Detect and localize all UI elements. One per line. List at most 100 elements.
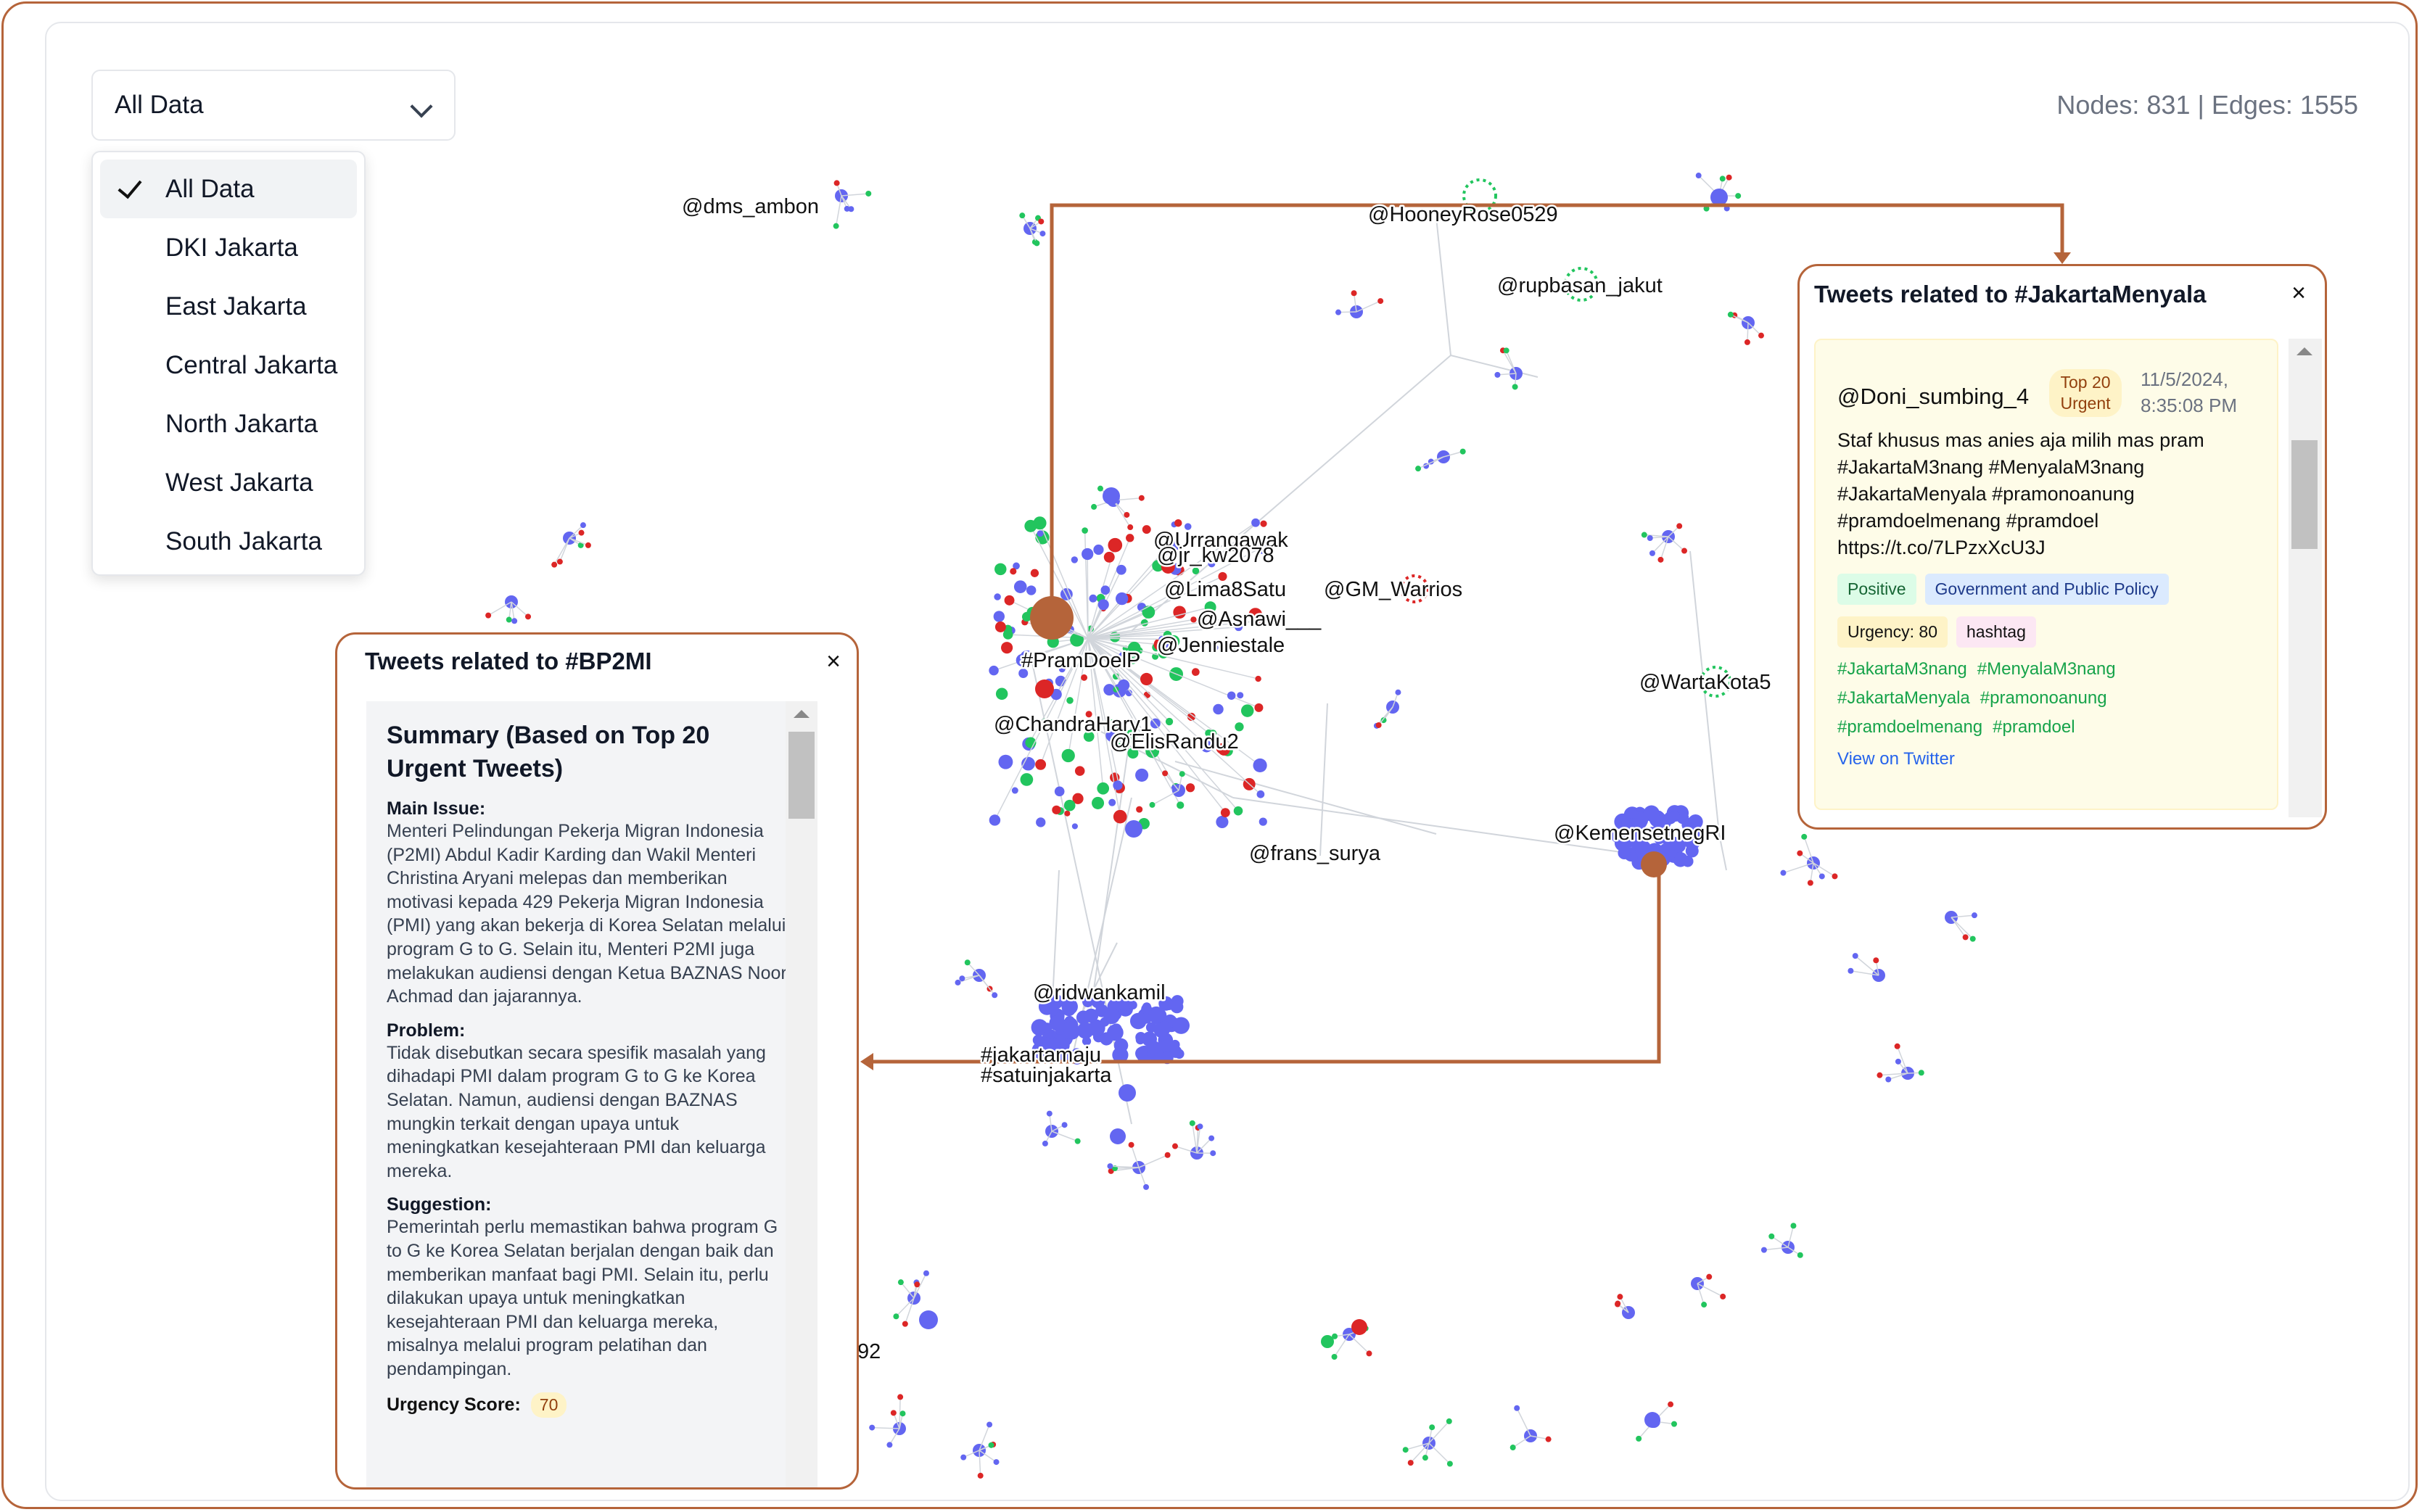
graph-node xyxy=(1116,564,1126,575)
node-label: @ridwankamil xyxy=(1033,981,1166,1004)
graph-node xyxy=(955,979,961,986)
graph-edge xyxy=(1813,862,1835,877)
scrollbar-thumb[interactable] xyxy=(2291,440,2318,549)
graph-node xyxy=(1093,544,1104,555)
graph-node xyxy=(886,1442,893,1448)
urgency-score-badge: 70 xyxy=(530,1392,567,1418)
hashtag-link[interactable]: #pramdoelmenang xyxy=(1837,717,1982,738)
graph-node xyxy=(1512,384,1518,390)
graph-node xyxy=(1140,672,1153,686)
graph-node xyxy=(1895,1058,1901,1065)
dropdown-option-all-data[interactable]: All Data xyxy=(100,160,357,218)
connector-arrowhead xyxy=(2054,252,2071,264)
dropdown-option-east-jakarta[interactable]: East Jakarta xyxy=(100,277,357,336)
graph-node xyxy=(1395,689,1401,695)
category-chip: Government and Public Policy xyxy=(1924,574,2169,605)
graph-edge xyxy=(487,601,512,616)
connector-line-bp2mi xyxy=(870,864,1661,1064)
graph-node xyxy=(1171,1143,1178,1149)
graph-node xyxy=(1126,534,1134,542)
graph-node xyxy=(1142,606,1156,619)
graph-node xyxy=(1103,551,1115,563)
graph-node xyxy=(1119,1084,1136,1102)
graph-node xyxy=(1681,856,1694,867)
graph-node xyxy=(1143,691,1151,698)
summary-scrollbar[interactable] xyxy=(786,701,817,1487)
graph-node xyxy=(1108,798,1116,806)
graph-node xyxy=(1255,675,1261,682)
graph-node xyxy=(1174,519,1182,527)
dropdown-option-west-jakarta[interactable]: West Jakarta xyxy=(100,453,357,512)
region-filter-select[interactable]: All Data xyxy=(91,70,456,141)
highlighted-node-bp2mi xyxy=(1641,851,1667,877)
graph-node xyxy=(1260,520,1267,527)
graph-node xyxy=(1165,717,1174,726)
graph-edge xyxy=(1436,217,1451,356)
graph-node xyxy=(1801,833,1808,840)
graph-node xyxy=(1172,1017,1190,1034)
graph-node xyxy=(1962,934,1969,941)
tweet-scrollbar[interactable] xyxy=(2289,339,2322,817)
close-icon[interactable]: × xyxy=(826,648,841,676)
region-filter-value: All Data xyxy=(115,91,204,119)
graph-node xyxy=(897,1394,904,1400)
graph-node xyxy=(1877,1072,1883,1078)
tweet-username[interactable]: @Doni_sumbing_4 xyxy=(1837,384,2029,410)
dropdown-option-central-jakarta[interactable]: Central Jakarta xyxy=(100,336,357,394)
graph-node xyxy=(1335,309,1341,315)
scroll-up-icon[interactable] xyxy=(794,710,810,718)
graph-node xyxy=(1103,487,1120,505)
hashtag-link[interactable]: #MenyalaM3nang xyxy=(1977,659,2116,679)
scroll-up-icon[interactable] xyxy=(2297,347,2312,355)
main-issue-label: Main Issue: xyxy=(387,798,486,819)
graph-edge xyxy=(1138,1154,1168,1168)
urgency-chip: Urgency: 80 xyxy=(1837,616,1948,648)
node-label: @HooneyRose0529 xyxy=(1368,203,1558,226)
tweet-tags: Positive Government and Public Policy Urg… xyxy=(1837,574,2273,769)
graph-node xyxy=(1026,585,1037,595)
dropdown-option-north-jakarta[interactable]: North Jakarta xyxy=(100,394,357,453)
graph-node xyxy=(919,1310,938,1329)
hashtag-link[interactable]: #pramonoanung xyxy=(1980,688,2107,709)
hashtag-link[interactable]: #JakartaM3nang xyxy=(1837,659,1967,679)
graph-node xyxy=(1503,347,1509,354)
graph-node xyxy=(1735,193,1742,199)
graph-node xyxy=(511,618,518,624)
graph-node xyxy=(1046,1110,1053,1117)
dropdown-option-dki-jakarta[interactable]: DKI Jakarta xyxy=(100,218,357,277)
tweet-card: @Doni_sumbing_4 Top 20 Urgent 11/5/2024,… xyxy=(1814,339,2278,810)
graph-node xyxy=(1351,290,1357,297)
graph-node xyxy=(1251,518,1260,527)
graph-node xyxy=(1071,823,1078,830)
node-label: @GM_Warrios xyxy=(1324,578,1462,601)
graph-node xyxy=(1227,691,1236,700)
node-label: @ElisRandu2 xyxy=(1110,730,1239,753)
graph-node xyxy=(1873,957,1879,964)
graph-node xyxy=(1103,1007,1120,1025)
close-icon[interactable]: × xyxy=(2291,279,2306,307)
graph-node xyxy=(994,593,1001,600)
graph-node xyxy=(964,959,971,966)
hashtag-link[interactable]: #JakartaMenyala xyxy=(1837,688,1970,709)
scrollbar-thumb[interactable] xyxy=(788,732,815,819)
node-label: @WartaKota5 xyxy=(1639,671,1771,694)
graph-node xyxy=(1415,466,1422,472)
urgency-label: Urgency Score: xyxy=(387,1395,521,1416)
graph-node xyxy=(1107,1024,1124,1041)
problem-text: Tidak disebutkan secara spesifik masalah… xyxy=(387,1042,766,1181)
graph-node xyxy=(1100,585,1111,595)
tweet-text: Staf khusus mas anies aja milih mas pram… xyxy=(1837,429,2204,558)
summary-title: Summary (Based on Top 20 Urgent Tweets) xyxy=(387,722,710,782)
graph-node xyxy=(1509,1445,1516,1451)
graph-node xyxy=(1189,1120,1195,1126)
graph-node xyxy=(1710,189,1728,206)
hashtag-link[interactable]: #pramdoel xyxy=(1993,717,2075,738)
node-label: @Jenniestale xyxy=(1157,634,1285,657)
graph-node xyxy=(1237,692,1244,699)
view-on-twitter-link[interactable]: View on Twitter xyxy=(1837,749,2273,769)
graph-node xyxy=(1641,532,1647,538)
region-filter-dropdown: All Data DKI Jakarta East Jakarta Centra… xyxy=(91,151,366,576)
graph-node xyxy=(1164,1152,1171,1158)
graph-node xyxy=(1818,873,1825,880)
dropdown-option-south-jakarta[interactable]: South Jakarta xyxy=(100,512,357,571)
